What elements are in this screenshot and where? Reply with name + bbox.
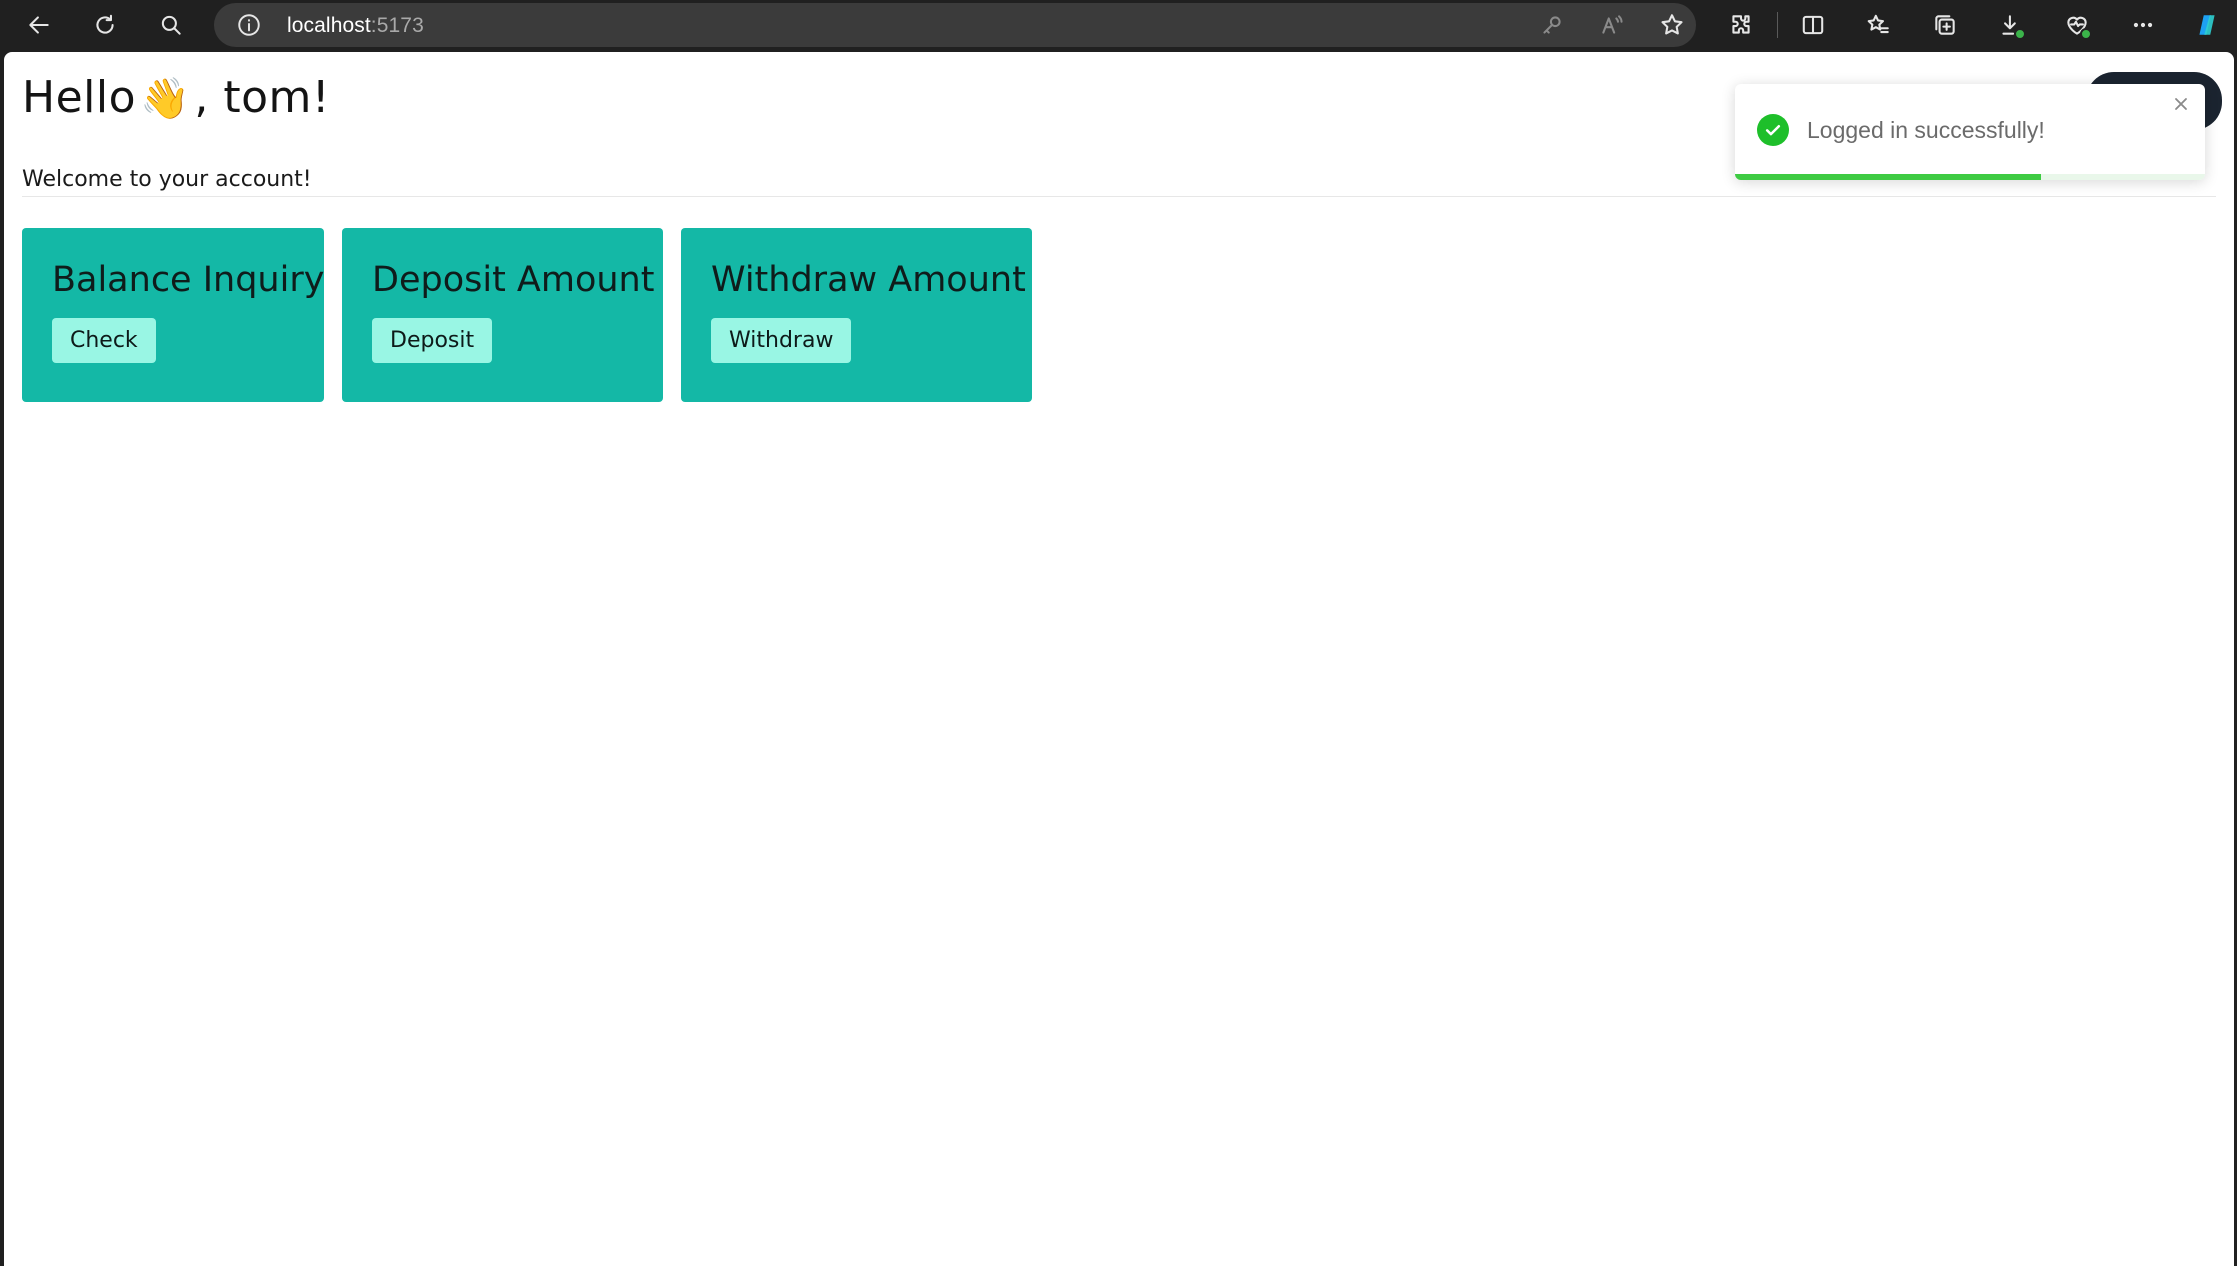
toast-progress-bar bbox=[1735, 174, 2041, 180]
check-balance-button[interactable]: Check bbox=[52, 318, 156, 363]
greeting-prefix: Hello bbox=[22, 72, 137, 123]
essentials-badge bbox=[2080, 28, 2092, 40]
back-icon[interactable] bbox=[18, 4, 60, 46]
downloads-badge bbox=[2014, 28, 2026, 40]
toolbar-separator bbox=[1777, 12, 1778, 38]
extensions-icon[interactable] bbox=[1720, 4, 1762, 46]
welcome-text: Welcome to your account! bbox=[22, 167, 312, 192]
address-bar[interactable]: localhost:5173 bbox=[214, 3, 1696, 47]
url-host: localhost bbox=[287, 14, 371, 37]
withdraw-amount-card: Withdraw Amount Withdraw bbox=[681, 228, 1032, 402]
action-cards: Balance Inquiry Check Deposit Amount Dep… bbox=[22, 228, 1032, 402]
card-title: Withdraw Amount bbox=[711, 260, 1026, 300]
success-toast[interactable]: Logged in successfully! bbox=[1735, 84, 2205, 180]
page-viewport: Hello 👋, tom! Welcome to your account! Ba… bbox=[4, 52, 2234, 1266]
success-check-icon bbox=[1757, 114, 1789, 146]
url-text[interactable]: localhost:5173 bbox=[287, 14, 424, 38]
card-title: Deposit Amount bbox=[372, 260, 655, 300]
favorites-icon[interactable] bbox=[1857, 4, 1899, 46]
collections-icon[interactable] bbox=[1924, 4, 1966, 46]
key-icon[interactable] bbox=[1539, 12, 1565, 38]
downloads-icon[interactable] bbox=[1990, 4, 2032, 46]
refresh-icon[interactable] bbox=[84, 4, 126, 46]
deposit-amount-card: Deposit Amount Deposit bbox=[342, 228, 663, 402]
search-icon[interactable] bbox=[150, 4, 192, 46]
withdraw-button[interactable]: Withdraw bbox=[711, 318, 852, 363]
close-icon[interactable] bbox=[2171, 94, 2193, 116]
split-screen-icon[interactable] bbox=[1792, 4, 1834, 46]
card-title: Balance Inquiry bbox=[52, 260, 325, 300]
balance-inquiry-card: Balance Inquiry Check bbox=[22, 228, 324, 402]
browser-essentials-icon[interactable] bbox=[2056, 4, 2098, 46]
toast-message: Logged in successfully! bbox=[1807, 117, 2045, 143]
header-divider bbox=[22, 196, 2216, 197]
browser-toolbar: localhost:5173 bbox=[0, 0, 2237, 50]
deposit-button[interactable]: Deposit bbox=[372, 318, 493, 363]
favorite-star-icon[interactable] bbox=[1659, 12, 1685, 38]
copilot-icon[interactable] bbox=[2186, 4, 2228, 46]
greeting-suffix: , tom! bbox=[194, 72, 330, 123]
wave-emoji-icon: 👋 bbox=[140, 76, 191, 122]
info-icon[interactable] bbox=[236, 12, 262, 43]
more-icon[interactable] bbox=[2122, 4, 2164, 46]
url-port: :5173 bbox=[370, 14, 424, 37]
read-aloud-icon[interactable] bbox=[1599, 12, 1625, 38]
greeting-heading: Hello 👋, tom! bbox=[22, 72, 330, 123]
